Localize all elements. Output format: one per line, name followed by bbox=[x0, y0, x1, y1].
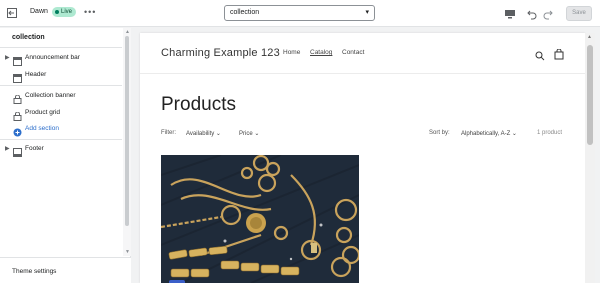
scroll-up-arrow-icon[interactable]: ▲ bbox=[587, 34, 592, 40]
divider bbox=[0, 47, 122, 48]
filter-price-dropdown[interactable]: Price ⌄ bbox=[239, 130, 259, 137]
search-icon[interactable] bbox=[535, 48, 545, 61]
template-title: collection bbox=[12, 34, 45, 41]
scroll-up-arrow-icon[interactable]: ▲ bbox=[125, 29, 130, 35]
sidebar-item-label: Announcement bar bbox=[25, 54, 80, 61]
sort-label: Sort by: bbox=[429, 130, 450, 136]
jewelry-photo bbox=[161, 155, 359, 283]
section-icon bbox=[13, 53, 22, 66]
sidebar-item-collection-banner[interactable]: Collection banner bbox=[0, 89, 122, 104]
exit-icon[interactable] bbox=[5, 6, 19, 20]
storefront-preview: Charming Example 123 Home Catalog Contac… bbox=[140, 33, 585, 283]
section-icon bbox=[13, 70, 22, 83]
redo-icon[interactable] bbox=[542, 7, 554, 20]
filter-availability-label: Availability bbox=[186, 131, 215, 137]
live-status-badge: Live bbox=[52, 7, 77, 17]
theme-settings-button[interactable]: Theme settings bbox=[0, 257, 131, 283]
sidebar-item-product-grid[interactable]: Product grid bbox=[0, 106, 122, 121]
filter-availability-dropdown[interactable]: Availability ⌄ bbox=[186, 130, 221, 137]
sections-sidebar: collection ▶ Announcement bar Header Col… bbox=[0, 28, 131, 283]
sidebar-item-label: Product grid bbox=[25, 109, 61, 116]
lock-section-icon bbox=[13, 91, 22, 104]
sidebar-item-label: Header bbox=[25, 71, 47, 78]
store-name[interactable]: Charming Example 123 bbox=[161, 47, 280, 59]
page-select-value: collection bbox=[230, 9, 260, 16]
sidebar-item-header[interactable]: Header bbox=[0, 68, 122, 83]
sidebar-item-announcement-bar[interactable]: ▶ Announcement bar bbox=[0, 51, 122, 66]
divider bbox=[0, 85, 122, 86]
preview-scrollbar[interactable]: ▲ bbox=[585, 33, 595, 283]
product-count: 1 product bbox=[537, 130, 563, 136]
sidebar-scrollbar[interactable]: ▲ ▼ bbox=[123, 28, 131, 256]
sort-dropdown[interactable]: Alphabetically, A-Z ⌄ bbox=[461, 130, 517, 137]
caret-right-icon[interactable]: ▶ bbox=[5, 54, 10, 61]
more-actions-button[interactable]: ••• bbox=[84, 7, 96, 17]
chevron-down-icon: ⌄ bbox=[215, 131, 221, 137]
cart-icon[interactable] bbox=[554, 47, 564, 60]
theme-settings-label: Theme settings bbox=[12, 268, 57, 275]
sidebar-item-footer[interactable]: ▶ Footer bbox=[0, 142, 122, 157]
sidebar-item-label: Collection banner bbox=[25, 92, 76, 99]
sort-value: Alphabetically, A-Z bbox=[461, 131, 511, 137]
nav-link-catalog[interactable]: Catalog bbox=[310, 49, 332, 56]
filter-price-label: Price bbox=[239, 131, 253, 137]
lock-section-icon bbox=[13, 108, 22, 121]
filter-label: Filter: bbox=[161, 130, 176, 136]
editor-topbar: Dawn Live ••• collection ▾ Save bbox=[0, 0, 600, 27]
sidebar-scrollbar-thumb[interactable] bbox=[125, 36, 129, 226]
chevron-down-icon: ⌄ bbox=[511, 131, 517, 137]
page-title: Products bbox=[161, 94, 236, 115]
nav-link-home[interactable]: Home bbox=[283, 49, 300, 56]
section-icon bbox=[13, 144, 22, 157]
product-card-image[interactable] bbox=[161, 155, 359, 283]
sidebar-item-label: Footer bbox=[25, 145, 44, 152]
header-divider bbox=[140, 73, 585, 74]
scroll-down-arrow-icon[interactable]: ▼ bbox=[125, 249, 130, 255]
desktop-view-icon[interactable] bbox=[504, 7, 516, 19]
undo-icon[interactable] bbox=[526, 7, 538, 20]
divider bbox=[0, 139, 122, 140]
theme-name: Dawn bbox=[30, 8, 48, 15]
preview-scrollbar-thumb[interactable] bbox=[587, 45, 593, 145]
page-select[interactable]: collection ▾ bbox=[224, 5, 375, 21]
caret-right-icon[interactable]: ▶ bbox=[5, 145, 10, 152]
plus-circle-icon bbox=[13, 124, 22, 137]
nav-link-contact[interactable]: Contact bbox=[342, 49, 364, 56]
save-button[interactable]: Save bbox=[566, 6, 592, 21]
chevron-down-icon: ▾ bbox=[365, 9, 369, 16]
add-section-label: Add section bbox=[25, 125, 59, 132]
chevron-down-icon: ⌄ bbox=[254, 131, 260, 137]
add-section-button[interactable]: Add section bbox=[0, 122, 122, 137]
